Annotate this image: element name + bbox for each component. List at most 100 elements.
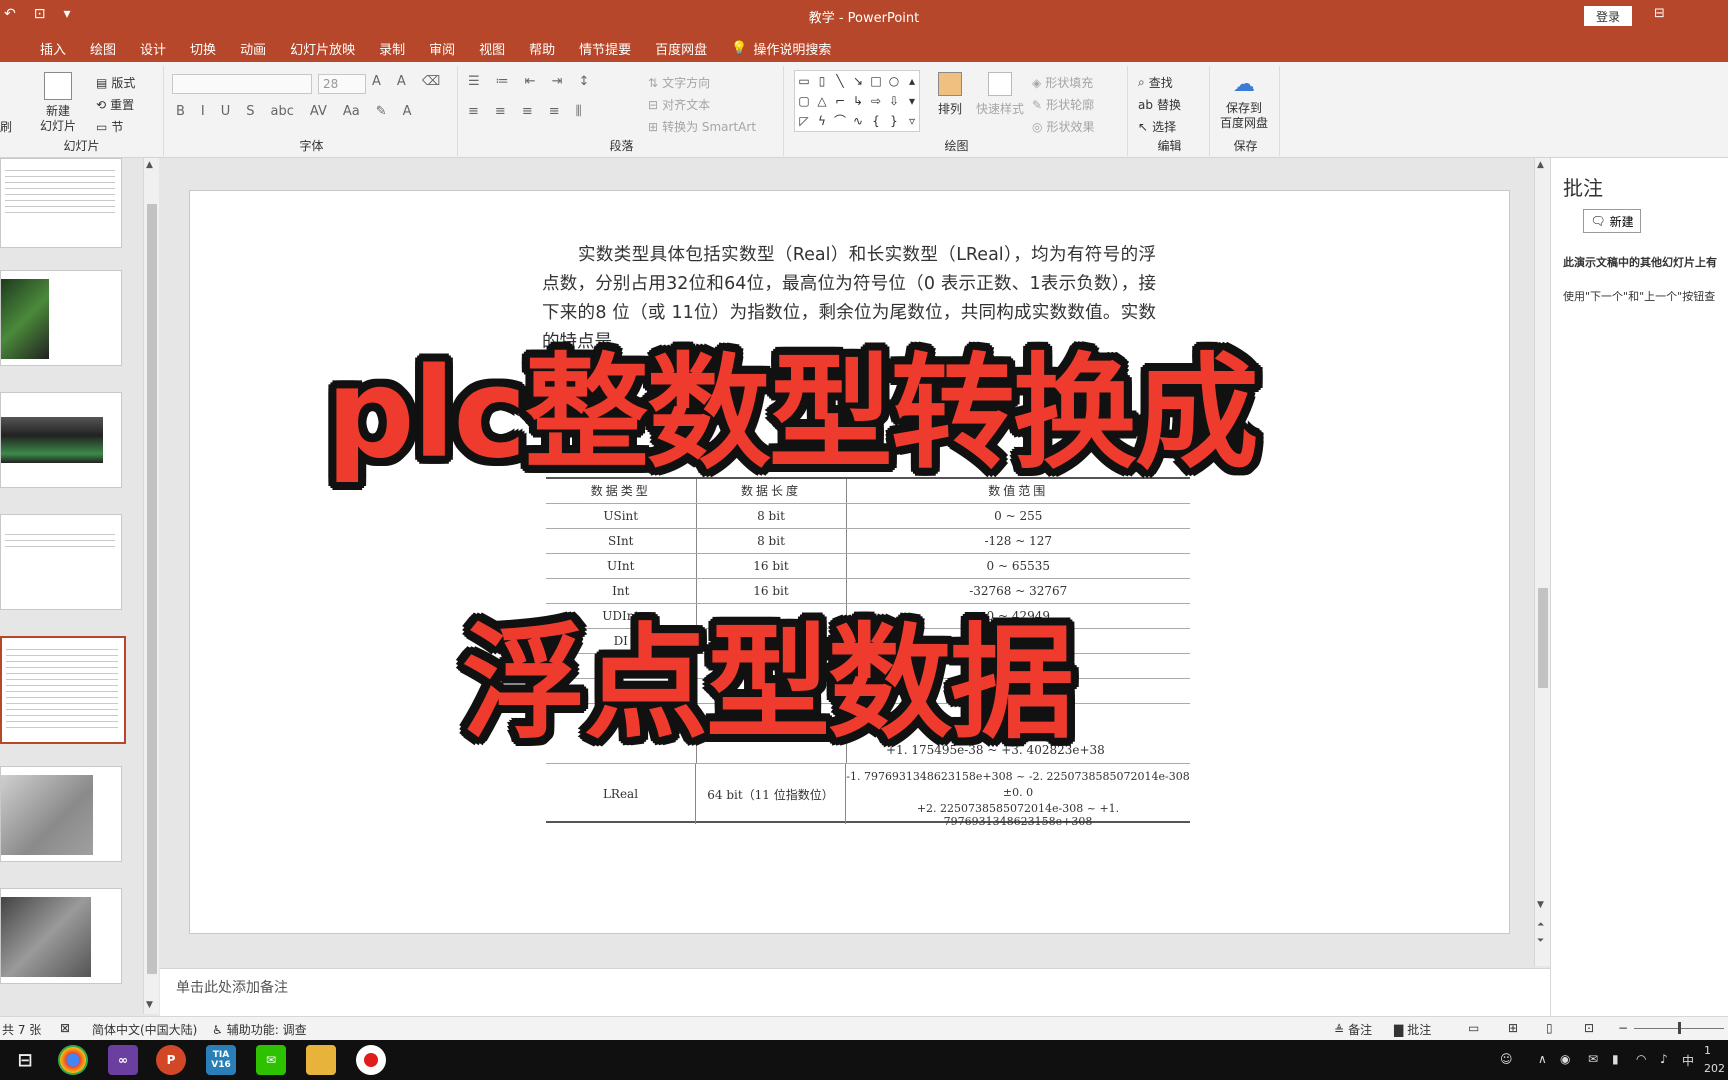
scroll-down-icon[interactable]: ▼ — [1537, 900, 1544, 910]
highlight-icon[interactable]: ✎ — [376, 104, 387, 119]
comments-toggle[interactable]: ▇ 批注 — [1394, 1021, 1431, 1038]
arc-shape-icon[interactable]: ⌒ — [831, 111, 849, 131]
tray-app-icon[interactable]: ▮ — [1612, 1052, 1619, 1066]
brace-right-shape-icon[interactable]: } — [885, 111, 903, 131]
columns-icon[interactable]: ⫼ — [576, 104, 582, 119]
rounded-rect-shape-icon[interactable]: ▢ — [795, 91, 813, 111]
line-spacing-icon[interactable]: ↕ — [578, 74, 589, 89]
thumbnails-scrollbar[interactable]: ▲ ▼ — [143, 158, 159, 1014]
arrow-line-shape-icon[interactable]: ↘ — [849, 71, 867, 91]
align-text-button[interactable]: ⊟ 对齐文本 — [648, 96, 710, 113]
section-button[interactable]: ▭ 节 — [96, 118, 123, 135]
shape-outline-button[interactable]: ✎ 形状轮廓 — [1032, 96, 1094, 113]
scroll-down-icon[interactable]: ▼ — [146, 1000, 153, 1010]
curve-shape-icon[interactable]: ∿ — [849, 111, 867, 131]
new-comment-button[interactable]: 🗨 新建 — [1583, 209, 1641, 233]
lightning-shape-icon[interactable]: ϟ — [813, 111, 831, 131]
notes-toggle[interactable]: ≜ 备注 — [1334, 1021, 1372, 1038]
vertical-textbox-shape-icon[interactable]: ▯ — [813, 71, 831, 91]
shadow-icon[interactable]: S — [246, 104, 254, 119]
gallery-more-icon[interactable]: ▾ — [903, 91, 921, 111]
visual-studio-icon[interactable]: ∞ — [108, 1045, 138, 1075]
shape-fill-button[interactable]: ◈ 形状填充 — [1032, 74, 1093, 91]
font-color-icon[interactable]: A — [403, 104, 412, 119]
tab-slideshow[interactable]: 幻灯片放映 — [278, 39, 367, 58]
char-spacing-icon[interactable]: AV — [310, 104, 327, 119]
ime-indicator[interactable]: 中 — [1682, 1052, 1694, 1069]
freeform-shape-icon[interactable]: ◸ — [795, 111, 813, 131]
justify-icon[interactable]: ≡ — [549, 104, 560, 119]
smartart-button[interactable]: ⊞ 转换为 SmartArt — [648, 118, 756, 135]
align-left-icon[interactable]: ≡ — [468, 104, 479, 119]
bold-icon[interactable]: B — [176, 104, 185, 119]
line-shape-icon[interactable]: ╲ — [831, 71, 849, 91]
powerpoint-icon[interactable]: P — [156, 1045, 186, 1075]
file-explorer-icon[interactable] — [306, 1045, 336, 1075]
reset-button[interactable]: ⟲ 重置 — [96, 96, 134, 113]
elbow-connector-shape-icon[interactable]: ⌐ — [831, 91, 849, 111]
slide-thumbnail-6[interactable] — [0, 766, 122, 862]
slide-scrollbar[interactable]: ▲ ▼ ⏶ ⏷ — [1534, 158, 1550, 966]
show-hidden-icons-icon[interactable]: ∧ — [1538, 1052, 1547, 1066]
gallery-expand-icon[interactable]: ▿ — [903, 111, 921, 131]
accessibility-status[interactable]: ♿ 辅助功能: 调查 — [212, 1021, 307, 1038]
format-painter-fragment[interactable]: 刷 — [0, 118, 12, 135]
oval-shape-icon[interactable]: ○ — [885, 71, 903, 91]
quick-styles-button[interactable]: 快速样式 — [976, 72, 1024, 117]
tab-design[interactable]: 设计 — [128, 39, 178, 58]
scroll-up-icon[interactable]: ▲ — [1537, 160, 1544, 170]
tab-help[interactable]: 帮助 — [517, 39, 567, 58]
scroll-up-icon[interactable]: ▲ — [146, 160, 153, 170]
tray-wechat-icon[interactable]: ✉ — [1588, 1052, 1598, 1066]
slide-thumbnail-4[interactable] — [0, 514, 122, 610]
right-arrow-shape-icon[interactable]: ⇨ — [867, 91, 885, 111]
text-direction-button[interactable]: ⇅ 文字方向 — [648, 74, 710, 91]
slide-scroll-thumb[interactable] — [1538, 588, 1548, 688]
italic-icon[interactable]: I — [201, 104, 205, 119]
arrange-button[interactable]: 排列 — [938, 72, 962, 117]
next-slide-icon[interactable]: ⏷ — [1537, 936, 1544, 946]
shape-effects-button[interactable]: ◎ 形状效果 — [1032, 118, 1095, 135]
change-case-icon[interactable]: Aa — [343, 104, 360, 119]
previous-slide-icon[interactable]: ⏶ — [1537, 920, 1544, 930]
chrome-icon[interactable] — [58, 1045, 88, 1075]
select-button[interactable]: ↖ 选择 — [1138, 118, 1176, 135]
tab-view[interactable]: 视图 — [467, 39, 517, 58]
strikethrough-icon[interactable]: abc — [271, 104, 294, 119]
volume-icon[interactable]: ♪ — [1660, 1052, 1668, 1066]
elbow-arrow-shape-icon[interactable]: ↳ — [849, 91, 867, 111]
clear-format-icon[interactable]: ⌫ — [422, 74, 440, 89]
increase-indent-icon[interactable]: ⇥ — [552, 74, 563, 89]
new-slide-button[interactable]: 新建 幻灯片 — [40, 72, 76, 134]
reading-view-icon[interactable]: ▯ — [1546, 1021, 1553, 1035]
align-center-icon[interactable]: ≡ — [495, 104, 506, 119]
tia-portal-icon[interactable]: TIA V16 — [206, 1045, 236, 1075]
replace-button[interactable]: ab 替换 — [1138, 96, 1181, 113]
clock-date[interactable]: 202 — [1704, 1062, 1725, 1075]
slide-sorter-icon[interactable]: ⊞ — [1508, 1021, 1518, 1035]
login-button[interactable]: 登录 — [1584, 6, 1632, 26]
increase-font-icon[interactable]: A — [372, 74, 381, 89]
brace-left-shape-icon[interactable]: { — [867, 111, 885, 131]
tab-animations[interactable]: 动画 — [228, 39, 278, 58]
zoom-out-icon[interactable]: − — [1618, 1021, 1628, 1035]
recorder-icon[interactable] — [356, 1045, 386, 1075]
rectangle-shape-icon[interactable]: □ — [867, 71, 885, 91]
textbox-shape-icon[interactable]: ▭ — [795, 71, 813, 91]
triangle-shape-icon[interactable]: △ — [813, 91, 831, 111]
slide-thumbnail-7[interactable] — [0, 888, 122, 984]
people-icon[interactable]: ☺ — [1500, 1052, 1513, 1066]
slideshow-view-icon[interactable]: ⊡ — [1584, 1021, 1594, 1035]
zoom-slider-thumb[interactable] — [1678, 1022, 1681, 1034]
tab-storyboard[interactable]: 情节提要 — [567, 39, 643, 58]
tray-chrome-icon[interactable]: ◉ — [1560, 1052, 1570, 1066]
slide-thumbnail-2[interactable] — [0, 270, 122, 366]
network-icon[interactable]: ◠ — [1636, 1052, 1646, 1066]
align-right-icon[interactable]: ≡ — [522, 104, 533, 119]
tab-insert[interactable]: 插入 — [28, 39, 78, 58]
font-size-combo[interactable]: 28 — [318, 74, 366, 94]
font-name-combo[interactable] — [172, 74, 312, 94]
ribbon-display-options-icon[interactable]: ⊟ — [1654, 6, 1665, 21]
tab-baidu-netdisk[interactable]: 百度网盘 — [643, 39, 719, 58]
language-status[interactable]: 简体中文(中国大陆) — [92, 1021, 197, 1038]
